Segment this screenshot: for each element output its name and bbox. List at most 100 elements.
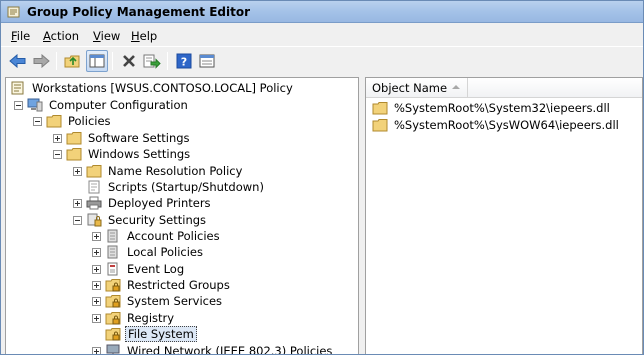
up-folder-icon (64, 55, 80, 68)
tree-node-label-selected: File System (125, 326, 197, 342)
toolbar-separator (112, 52, 113, 70)
list-item-label: %SystemRoot%\System32\iepeers.dll (394, 100, 610, 115)
security-icon (86, 213, 102, 227)
window-title: Group Policy Management Editor (27, 5, 251, 19)
tree-node-label: Scripts (Startup/Shutdown) (108, 180, 264, 194)
up-one-level-button[interactable] (62, 50, 84, 72)
tree-node-label: Deployed Printers (108, 196, 211, 210)
tree-node-scripts[interactable]: Scripts (Startup/Shutdown) (73, 179, 266, 195)
folder-icon (46, 114, 62, 128)
tree-node-windows-settings[interactable]: Windows Settings (53, 146, 192, 162)
tree-node-computer-configuration[interactable]: Computer Configuration (14, 97, 190, 113)
locked-folder-icon (105, 294, 121, 308)
tree-node-label: Restricted Groups (127, 278, 230, 292)
list-header: Object Name (366, 78, 642, 98)
tree-node-name-resolution-policy[interactable]: Name Resolution Policy (73, 163, 244, 179)
security-folder-icon (105, 229, 121, 243)
expand-toggle[interactable] (92, 264, 101, 274)
properties-view-button[interactable] (196, 50, 218, 72)
menu-action-accel: A (43, 29, 51, 43)
tree-node-label: Local Policies (127, 245, 203, 259)
title-bar[interactable]: Group Policy Management Editor (1, 1, 643, 23)
menu-view-accel: V (93, 29, 101, 43)
tree-node-restricted-groups[interactable]: Restricted Groups (92, 277, 232, 293)
details-pane[interactable]: Object Name %SystemRoot%\System32\iepeer… (365, 77, 643, 354)
printer-icon (86, 196, 102, 210)
toolbar: ? (1, 46, 643, 74)
tree-node-local-policies[interactable]: Local Policies (92, 244, 205, 260)
tree-node-label: System Services (127, 294, 223, 308)
expand-toggle[interactable] (92, 346, 101, 354)
expand-toggle[interactable] (73, 166, 82, 176)
app-window: Group Policy Management Editor File Acti… (0, 0, 644, 355)
menu-help-accel: H (131, 29, 140, 43)
tree-node-label: Registry (127, 311, 175, 325)
menu-file[interactable]: File (11, 29, 30, 43)
toolbar-separator (56, 52, 57, 70)
policy-scroll-icon (10, 81, 26, 95)
security-folder-icon (105, 245, 121, 259)
collapse-toggle[interactable] (33, 116, 42, 126)
column-header-object-name[interactable]: Object Name (366, 78, 468, 98)
back-button[interactable] (7, 50, 29, 72)
script-icon (86, 180, 102, 194)
expand-toggle[interactable] (73, 198, 82, 208)
svg-text:?: ? (181, 56, 187, 69)
tree-node-account-policies[interactable]: Account Policies (92, 228, 222, 244)
locked-folder-icon (105, 327, 121, 341)
collapse-toggle[interactable] (53, 149, 62, 159)
tree-node-registry[interactable]: Registry (92, 310, 176, 326)
folder-icon (86, 164, 102, 178)
help-button[interactable]: ? (173, 50, 195, 72)
tree-node-file-system[interactable]: File System (92, 326, 197, 342)
tree-node-label: Account Policies (127, 229, 220, 243)
forward-icon (33, 54, 50, 68)
menu-view[interactable]: View (93, 29, 120, 43)
folder-icon (372, 101, 388, 115)
forward-button[interactable] (30, 50, 52, 72)
show-hide-console-tree-button[interactable] (86, 50, 108, 72)
folder-icon (66, 147, 82, 161)
tree-node-policy-root[interactable]: Workstations [WSUS.CONTOSO.LOCAL] Policy (10, 80, 295, 96)
export-list-button[interactable] (141, 50, 163, 72)
tree-node-label: Security Settings (108, 213, 207, 227)
expand-toggle[interactable] (92, 313, 101, 323)
tree-node-policies[interactable]: Policies (33, 113, 113, 129)
tree-node-security-settings[interactable]: Security Settings (73, 212, 208, 228)
tree-node-system-services[interactable]: System Services (92, 293, 224, 309)
tree-node-event-log[interactable]: Event Log (92, 261, 186, 277)
tree-node-label: Policies (68, 114, 111, 128)
tree-node-wired-network-policies[interactable]: Wired Network (IEEE 802.3) Policies (92, 343, 334, 354)
console-tree[interactable]: Workstations [WSUS.CONTOSO.LOCAL] Policy… (5, 77, 359, 354)
back-icon (9, 54, 26, 68)
tree-node-label: Software Settings (88, 131, 190, 145)
toolbar-separator (167, 52, 168, 70)
locked-folder-icon (105, 278, 121, 292)
list-item[interactable]: %SystemRoot%\SysWOW64\iepeers.dll (372, 116, 621, 133)
expand-toggle[interactable] (92, 280, 101, 290)
list-item[interactable]: %SystemRoot%\System32\iepeers.dll (372, 99, 612, 116)
tree-node-label: Workstations [WSUS.CONTOSO.LOCAL] Policy (32, 81, 293, 95)
tree-node-deployed-printers[interactable]: Deployed Printers (73, 195, 213, 211)
delete-button[interactable] (118, 50, 140, 72)
expand-toggle[interactable] (92, 231, 101, 241)
event-log-icon (105, 262, 121, 276)
menu-action-label: ction (50, 29, 80, 43)
collapse-toggle[interactable] (14, 100, 23, 110)
expand-toggle[interactable] (53, 133, 62, 143)
menu-help[interactable]: Help (131, 29, 157, 43)
collapse-toggle[interactable] (73, 215, 82, 225)
tree-node-label: Event Log (127, 262, 185, 276)
expand-toggle[interactable] (92, 247, 101, 257)
help-icon: ? (176, 53, 192, 69)
tree-node-label: Windows Settings (88, 147, 191, 161)
tree-node-software-settings[interactable]: Software Settings (53, 130, 192, 146)
properties-view-icon (199, 54, 215, 68)
show-hide-tree-icon (89, 54, 105, 68)
menu-action[interactable]: Action (43, 29, 79, 43)
column-header-label: Object Name (372, 81, 448, 95)
expand-toggle[interactable] (92, 296, 101, 306)
tree-node-label: Computer Configuration (49, 98, 188, 112)
